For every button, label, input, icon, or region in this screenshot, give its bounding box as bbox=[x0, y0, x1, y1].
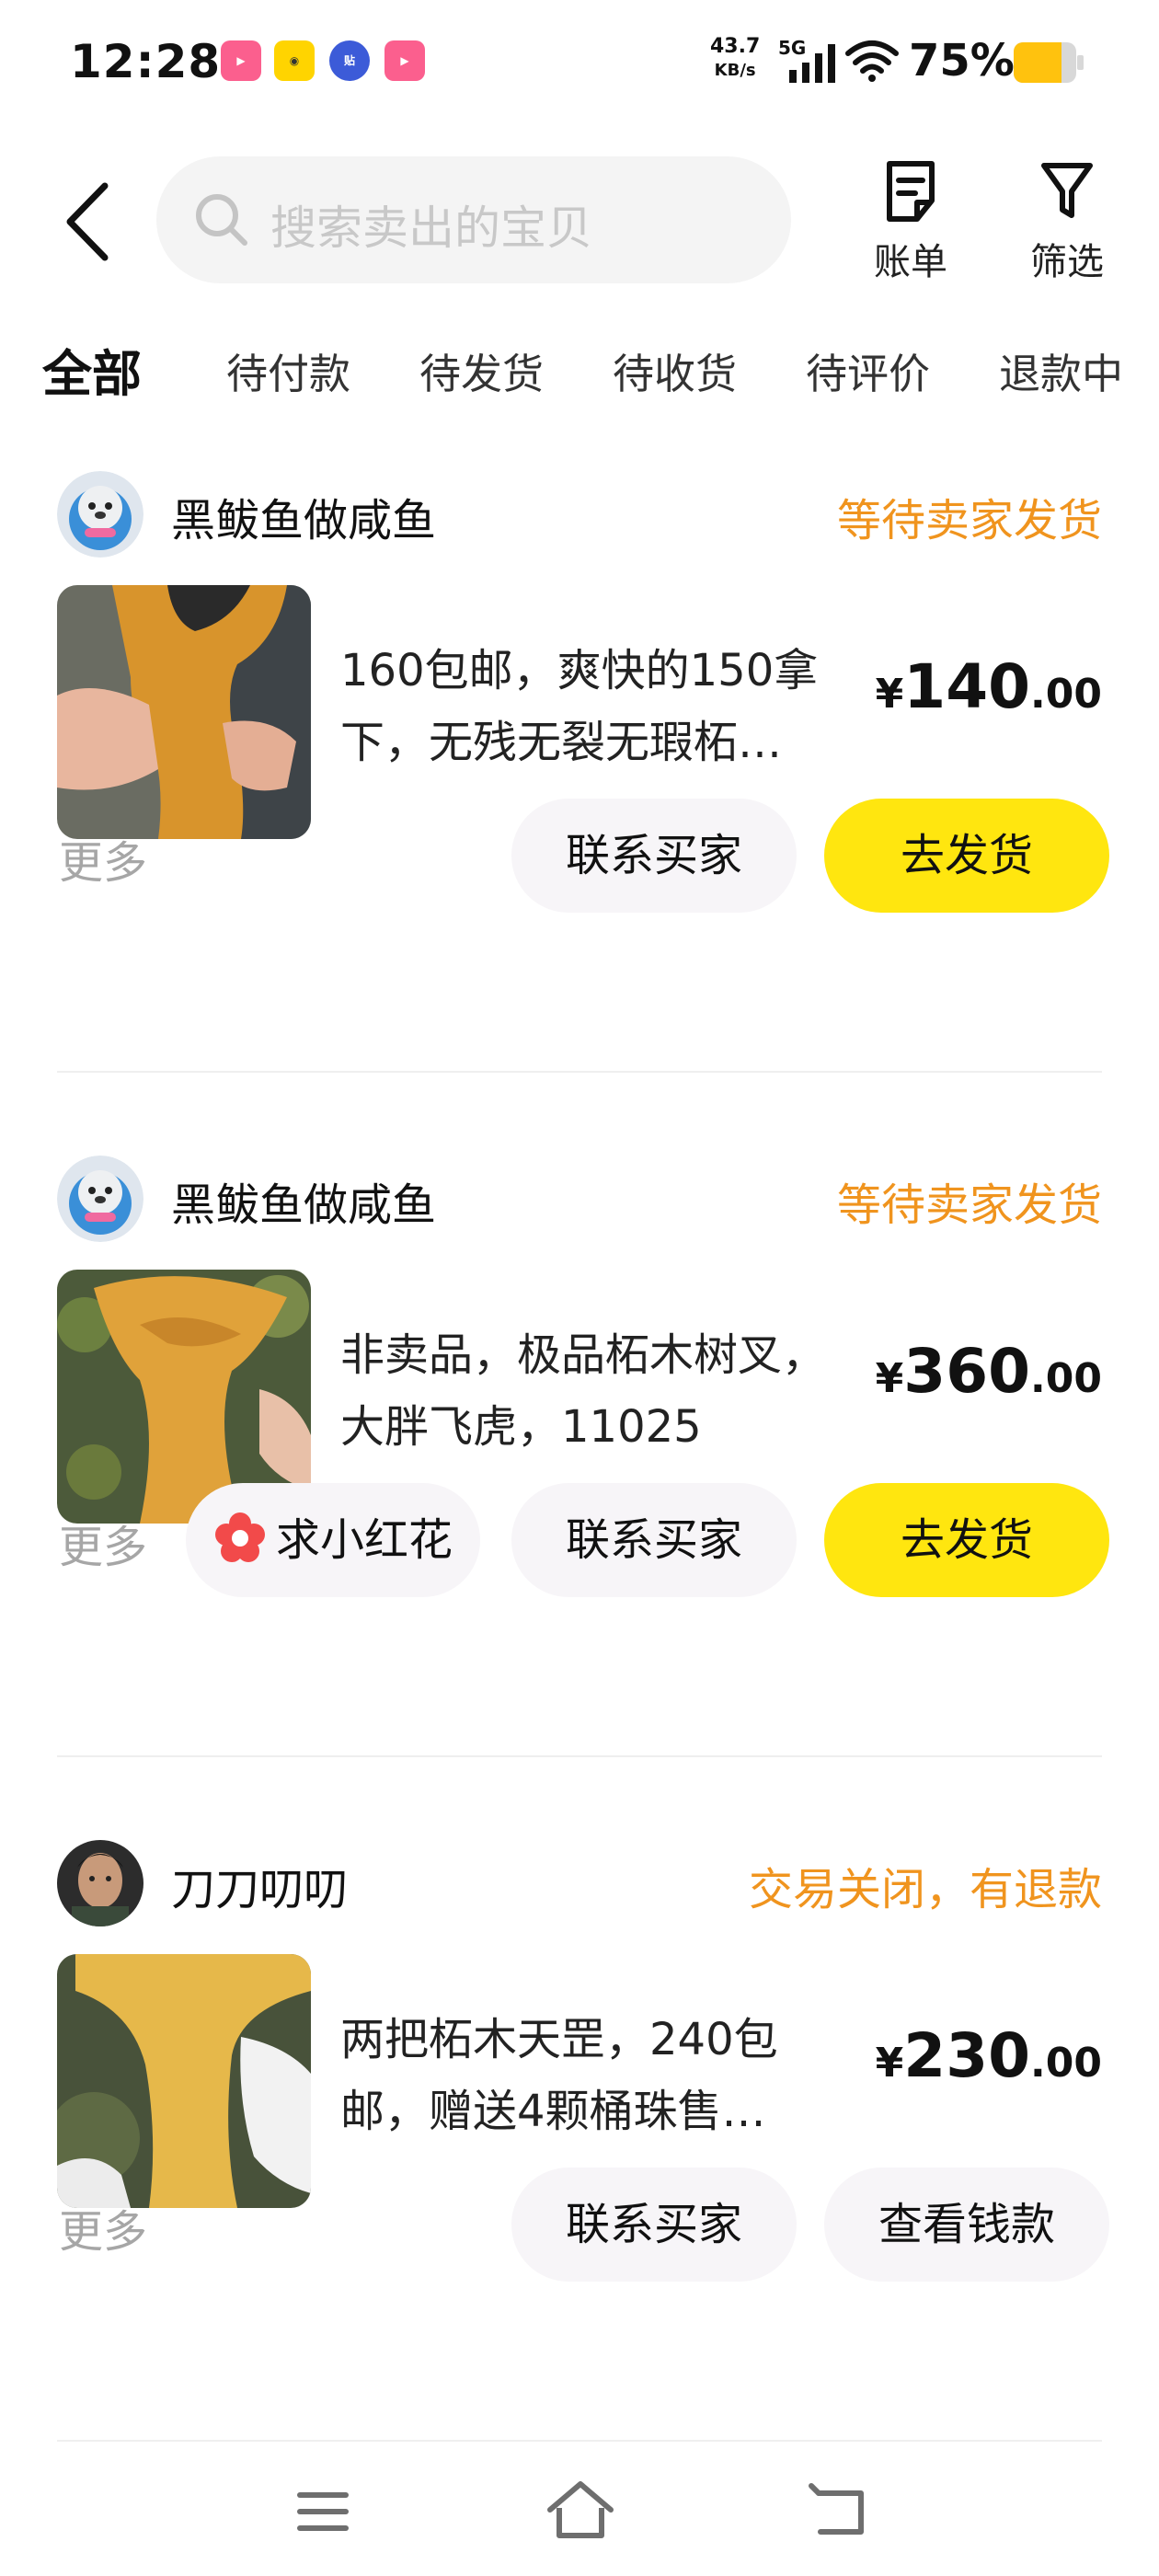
system-nav-bar bbox=[0, 2447, 1159, 2576]
more-button[interactable]: 更多 bbox=[59, 1511, 147, 1575]
product-title[interactable]: 两把柘木天罡，240包邮，赠送4颗桶珠售… bbox=[340, 2004, 855, 2147]
search-input[interactable]: 搜索卖出的宝贝 bbox=[156, 156, 791, 283]
clock: 12:28 bbox=[70, 35, 222, 88]
home-icon[interactable] bbox=[539, 2475, 622, 2548]
contact-buyer-button[interactable]: 联系买家 bbox=[511, 799, 797, 913]
seller-name[interactable]: 黑鲅鱼做咸鱼 bbox=[171, 1168, 436, 1233]
seller-name[interactable]: 黑鲅鱼做咸鱼 bbox=[171, 484, 436, 548]
product-title[interactable]: 非卖品，极品柘木树叉，大胖飞虎，11025 bbox=[340, 1319, 855, 1463]
product-title[interactable]: 160包邮，爽快的150拿下，无残无裂无瑕柘… bbox=[340, 635, 855, 778]
order-tabs: 全部 待付款 待发货 待收货 待评价 退款中 bbox=[0, 331, 1159, 423]
order-divider bbox=[57, 1755, 1102, 1757]
search-icon bbox=[196, 194, 247, 246]
bill-icon bbox=[887, 161, 935, 222]
wifi-icon bbox=[845, 40, 899, 82]
price-symbol: ¥ bbox=[875, 671, 904, 718]
slingshot-image bbox=[57, 1954, 311, 2208]
battery-percent: 75% bbox=[909, 35, 1015, 86]
bilibili-app-icon: ▶ bbox=[221, 40, 261, 81]
battery-icon bbox=[1014, 42, 1084, 83]
net-speed-value: 43.7 bbox=[710, 35, 761, 58]
tab-pending-payment[interactable]: 待付款 bbox=[226, 340, 350, 400]
back-button[interactable] bbox=[61, 180, 116, 263]
back-arrow-icon[interactable] bbox=[798, 2475, 881, 2548]
network-speed: 43.7 KB/s bbox=[710, 35, 760, 83]
filter-button[interactable]: 筛选 bbox=[1012, 158, 1122, 287]
flower-icon bbox=[214, 1512, 265, 1562]
price-symbol: ¥ bbox=[875, 1355, 904, 1402]
chat-app-icon: ◉ bbox=[274, 40, 315, 81]
tab-pending-shipment[interactable]: 待发货 bbox=[419, 340, 544, 400]
bill-label: 账单 bbox=[874, 241, 947, 283]
product-price: ¥230.00 bbox=[876, 2020, 1102, 2091]
signal-icon bbox=[789, 44, 835, 83]
ship-button[interactable]: 去发货 bbox=[824, 799, 1109, 913]
more-button[interactable]: 更多 bbox=[59, 826, 147, 891]
net-speed-unit: KB/s bbox=[714, 61, 756, 80]
tieba-app-icon: 贴 bbox=[329, 40, 370, 81]
menu-icon[interactable] bbox=[281, 2475, 364, 2548]
slingshot-image bbox=[57, 585, 311, 839]
person-avatar-icon bbox=[57, 1840, 143, 1926]
price-symbol: ¥ bbox=[875, 2040, 904, 2087]
order-status: 等待卖家发货 bbox=[836, 495, 1102, 546]
price-integer: 140 bbox=[903, 651, 1031, 722]
price-integer: 230 bbox=[903, 2020, 1031, 2091]
seller-avatar[interactable] bbox=[57, 471, 143, 558]
price-integer: 360 bbox=[903, 1336, 1031, 1407]
seller-avatar[interactable] bbox=[57, 1840, 143, 1926]
ship-button[interactable]: 去发货 bbox=[824, 1483, 1109, 1597]
order-divider bbox=[57, 1071, 1102, 1073]
tab-pending-review[interactable]: 待评价 bbox=[806, 340, 930, 400]
tab-refunding[interactable]: 退款中 bbox=[999, 340, 1123, 400]
filter-label: 筛选 bbox=[1030, 241, 1104, 283]
tab-all[interactable]: 全部 bbox=[42, 333, 142, 406]
product-price: ¥140.00 bbox=[876, 651, 1102, 722]
order-card[interactable]: 黑鲅鱼做咸鱼 等待卖家发货 160包邮，爽快的150拿下，无残无裂无瑕柘… ¥1… bbox=[0, 451, 1159, 1132]
product-image[interactable] bbox=[57, 585, 311, 839]
price-decimal: .00 bbox=[1030, 2040, 1102, 2087]
contact-buyer-button[interactable]: 联系买家 bbox=[511, 2168, 797, 2282]
search-placeholder: 搜索卖出的宝贝 bbox=[270, 201, 592, 255]
seller-name[interactable]: 刀刀叨叨 bbox=[171, 1853, 348, 1917]
more-button[interactable]: 更多 bbox=[59, 2195, 147, 2260]
tab-pending-receipt[interactable]: 待收货 bbox=[613, 340, 737, 400]
bill-button[interactable]: 账单 bbox=[855, 158, 966, 287]
order-card[interactable]: 刀刀叨叨 交易关闭，有退款 两把柘木天罡，240包邮，赠送4颗桶珠售… ¥230… bbox=[0, 1820, 1159, 2501]
order-divider bbox=[57, 2440, 1102, 2442]
order-status: 交易关闭，有退款 bbox=[748, 1864, 1102, 1915]
request-flower-label: 求小红花 bbox=[275, 1514, 453, 1566]
order-card[interactable]: 黑鲅鱼做咸鱼 等待卖家发货 非卖品，极品柘木树叉，大胖飞虎，11025 ¥360… bbox=[0, 1135, 1159, 1816]
order-status: 等待卖家发货 bbox=[836, 1179, 1102, 1231]
bilibili-app-icon-2: ▶ bbox=[384, 40, 425, 81]
seal-avatar-icon bbox=[57, 471, 143, 558]
product-image[interactable] bbox=[57, 1954, 311, 2208]
view-funds-button[interactable]: 查看钱款 bbox=[824, 2168, 1109, 2282]
seal-avatar-icon bbox=[57, 1156, 143, 1242]
product-price: ¥360.00 bbox=[876, 1336, 1102, 1407]
price-decimal: .00 bbox=[1030, 671, 1102, 718]
funnel-icon bbox=[1041, 163, 1093, 218]
request-flower-button[interactable]: 求小红花 bbox=[186, 1483, 480, 1597]
contact-buyer-button[interactable]: 联系买家 bbox=[511, 1483, 797, 1597]
status-bar: 12:28 ▶ ◉ 贴 ▶ 43.7 KB/s 5G 75% bbox=[0, 0, 1159, 129]
price-decimal: .00 bbox=[1030, 1355, 1102, 1402]
seller-avatar[interactable] bbox=[57, 1156, 143, 1242]
